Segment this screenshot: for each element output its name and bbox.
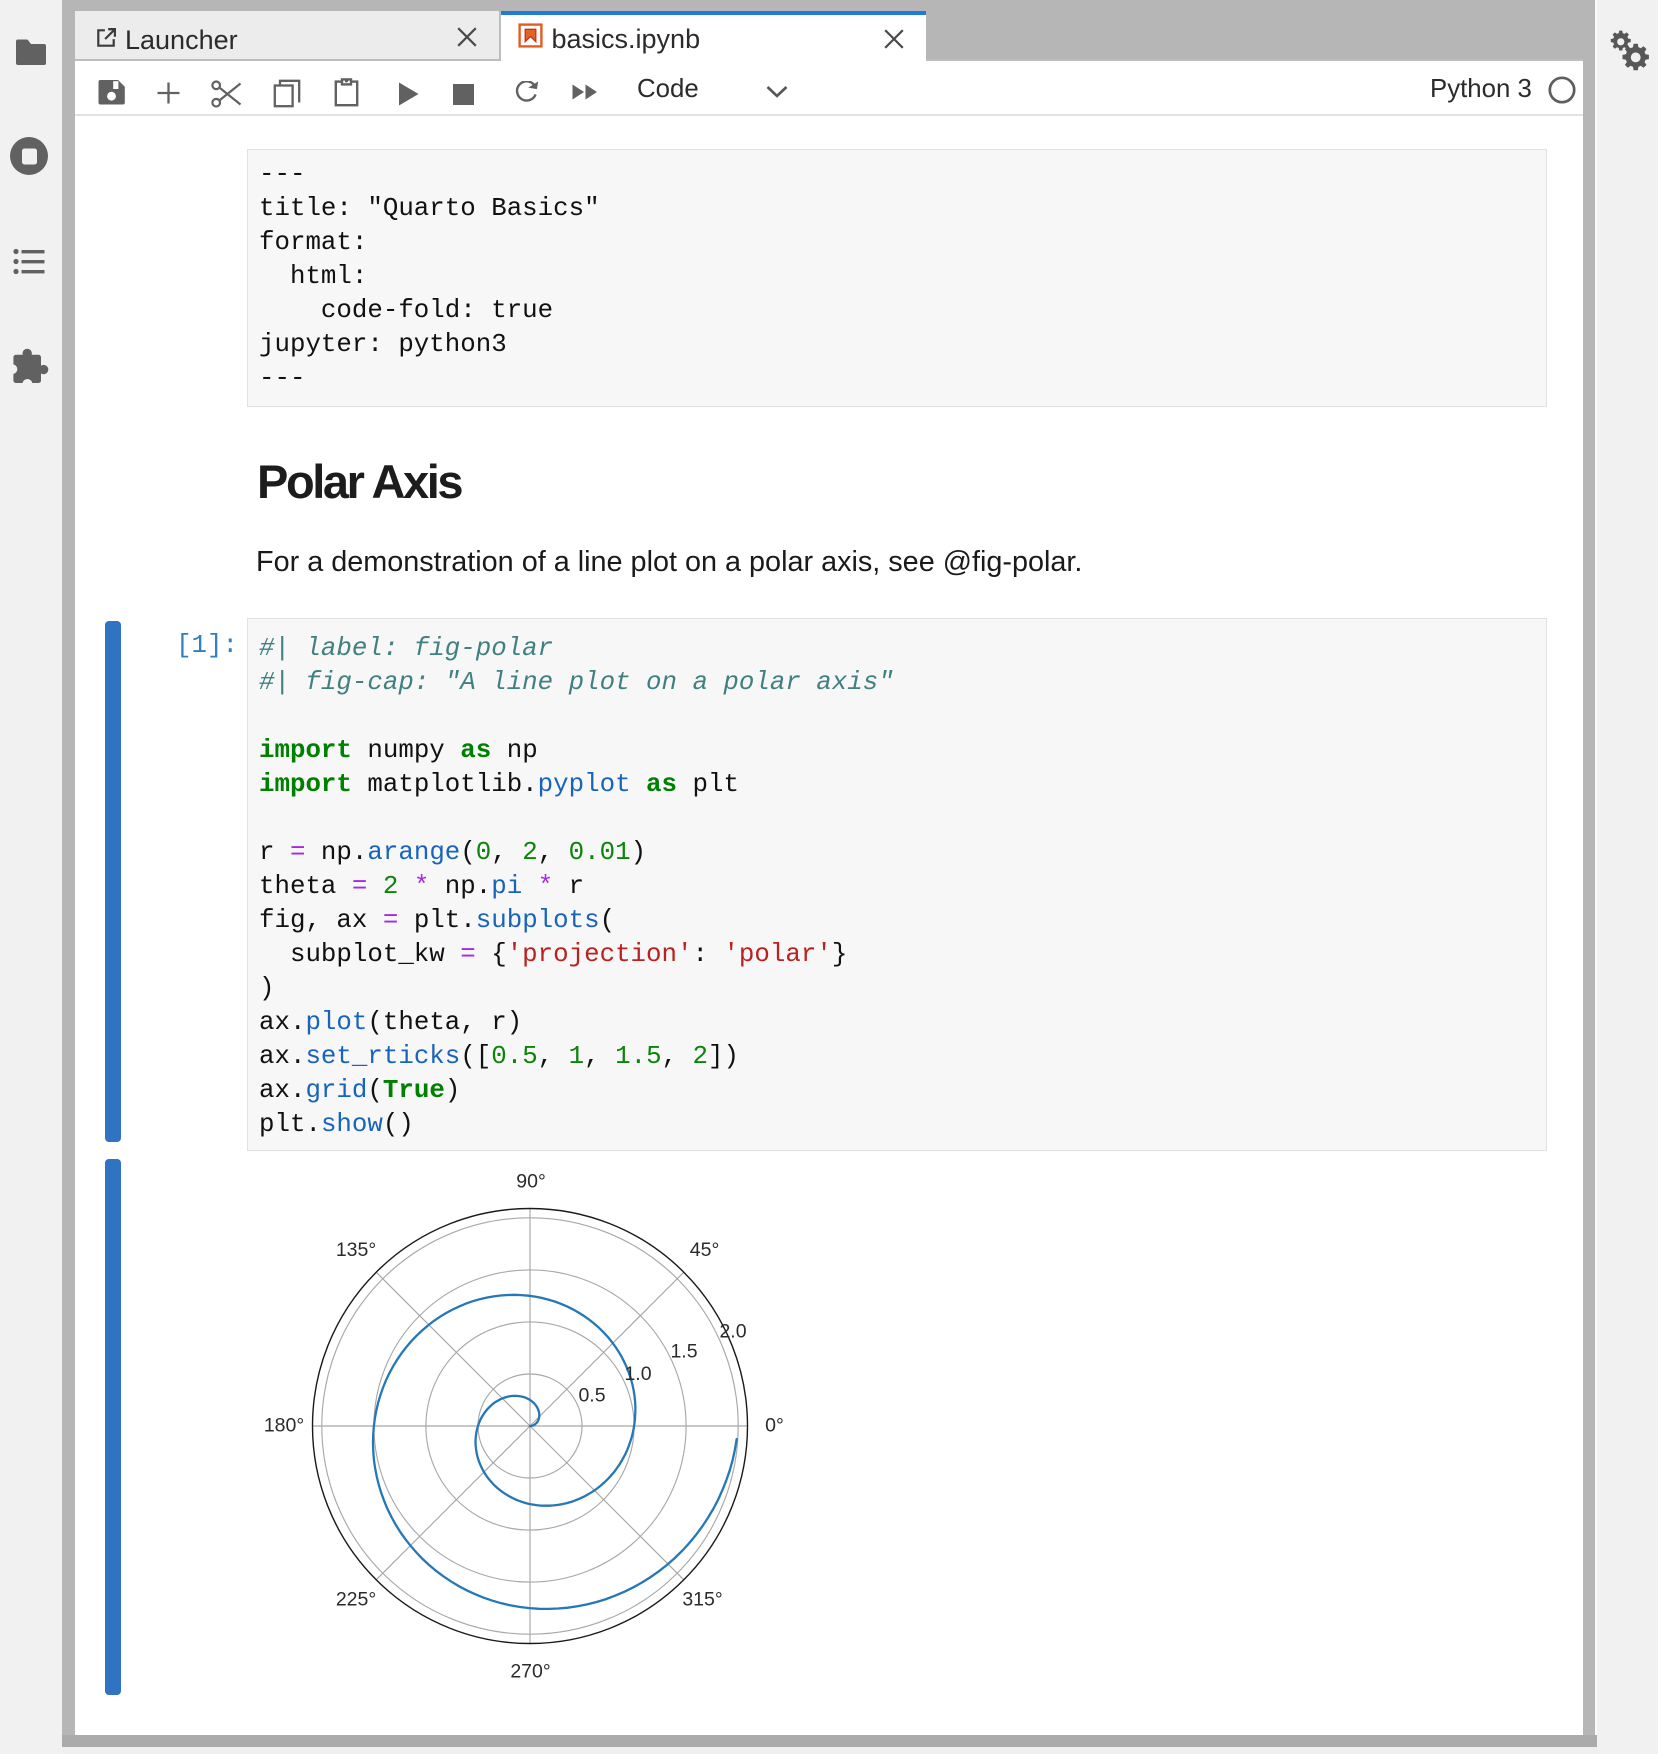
svg-text:2.0: 2.0 xyxy=(719,1321,746,1343)
svg-text:135°: 135° xyxy=(336,1239,376,1261)
svg-text:225°: 225° xyxy=(336,1589,376,1611)
svg-text:45°: 45° xyxy=(690,1239,720,1261)
svg-text:180°: 180° xyxy=(264,1415,304,1437)
svg-text:0°: 0° xyxy=(765,1415,784,1437)
svg-text:270°: 270° xyxy=(510,1661,550,1683)
svg-text:90°: 90° xyxy=(516,1171,546,1193)
svg-text:1.0: 1.0 xyxy=(624,1363,651,1385)
svg-text:0.5: 0.5 xyxy=(578,1385,605,1407)
svg-text:1.5: 1.5 xyxy=(670,1341,697,1363)
svg-text:315°: 315° xyxy=(682,1589,722,1611)
